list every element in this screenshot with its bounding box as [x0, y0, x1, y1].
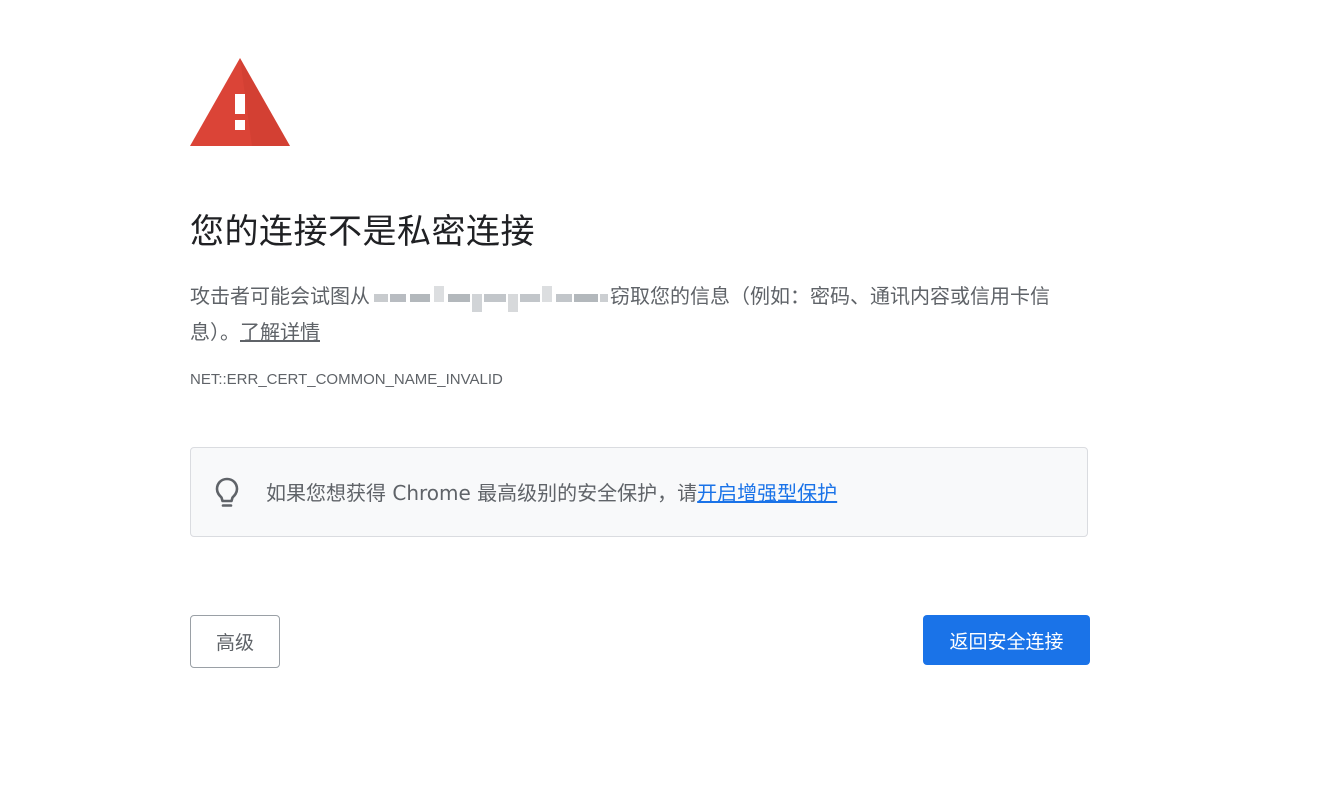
back-to-safety-button[interactable]: 返回安全连接	[923, 615, 1090, 665]
interstitial-page: 您的连接不是私密连接 攻击者可能会试图从 窃取您的信息（例如：密码、通讯内容或信用…	[0, 0, 1333, 806]
advanced-button[interactable]: 高级	[190, 615, 280, 668]
enhanced-protection-tip: 如果您想获得 Chrome 最高级别的安全保护，请开启增强型保护	[190, 447, 1088, 537]
warning-triangle-icon	[190, 58, 290, 146]
lightbulb-icon	[215, 477, 239, 507]
enable-enhanced-protection-link[interactable]: 开启增强型保护	[697, 481, 837, 505]
tip-message: 如果您想获得 Chrome 最高级别的安全保护，请	[266, 481, 698, 505]
security-explanation: 攻击者可能会试图从 窃取您的信息（例如：密码、通讯内容或信用卡信息）。了解详情	[190, 278, 1090, 350]
interstitial-content: 您的连接不是私密连接 攻击者可能会试图从 窃取您的信息（例如：密码、通讯内容或信用…	[190, 58, 1090, 668]
page-title: 您的连接不是私密连接	[190, 212, 535, 252]
tip-text: 如果您想获得 Chrome 最高级别的安全保护，请开启增强型保护	[266, 478, 837, 508]
error-code: NET::ERR_CERT_COMMON_NAME_INVALID	[190, 371, 503, 388]
redacted-domain	[370, 286, 610, 312]
learn-more-link[interactable]: 了解详情	[240, 320, 320, 344]
explanation-text-before: 攻击者可能会试图从	[190, 284, 370, 308]
